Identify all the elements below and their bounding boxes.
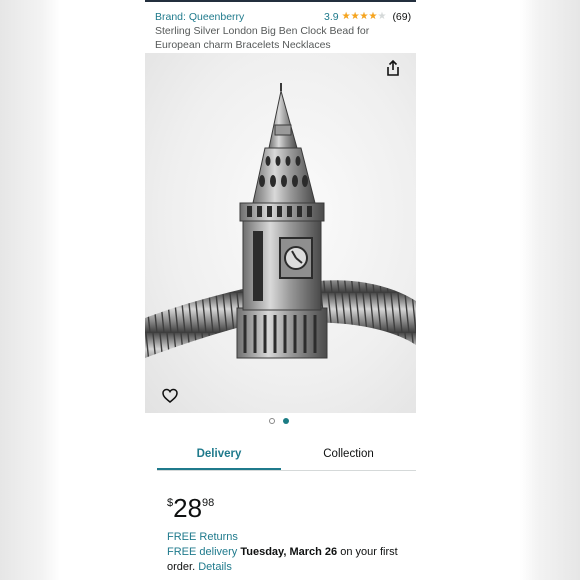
product-image[interactable] [145,53,416,413]
top-divider [145,0,416,2]
price-fraction: 98 [202,497,215,509]
pagination-dot-2[interactable] [283,418,289,424]
price-whole: 28 [173,493,203,523]
image-pagination [269,418,289,424]
heart-icon[interactable] [161,387,179,405]
delivery-date: Tuesday, March 26 [240,546,338,558]
free-delivery-label: FREE delivery [167,546,238,558]
big-ben-charm-image [145,83,416,359]
right-margin [520,0,580,580]
rating[interactable]: 3.9 ★★★★★ ★★★★★ (69) [324,10,411,24]
details-link[interactable]: Details [198,561,232,573]
review-count[interactable]: (69) [392,11,411,23]
tab-delivery[interactable]: Delivery [157,440,281,470]
left-margin [0,0,60,580]
product-title: Sterling Silver London Big Ben Clock Bea… [155,25,370,51]
brand-link[interactable]: Brand: Queenberry [155,11,244,23]
pagination-dot-1[interactable] [269,418,275,424]
free-returns-link[interactable]: FREE Returns [167,531,238,543]
delivery-message: FREE delivery Tuesday, March 26 on your … [167,545,407,574]
fulfillment-tabs: Delivery Collection [157,440,416,471]
star-rating-icon: ★★★★★ ★★★★★ [341,11,387,22]
product-screen: Brand: Queenberry 3.9 ★★★★★ ★★★★★ (69) S… [60,0,520,580]
tab-collection[interactable]: Collection [281,440,416,468]
rating-value: 3.9 [324,11,339,23]
share-icon[interactable] [384,59,402,77]
price: $ 28 98 [167,494,214,522]
